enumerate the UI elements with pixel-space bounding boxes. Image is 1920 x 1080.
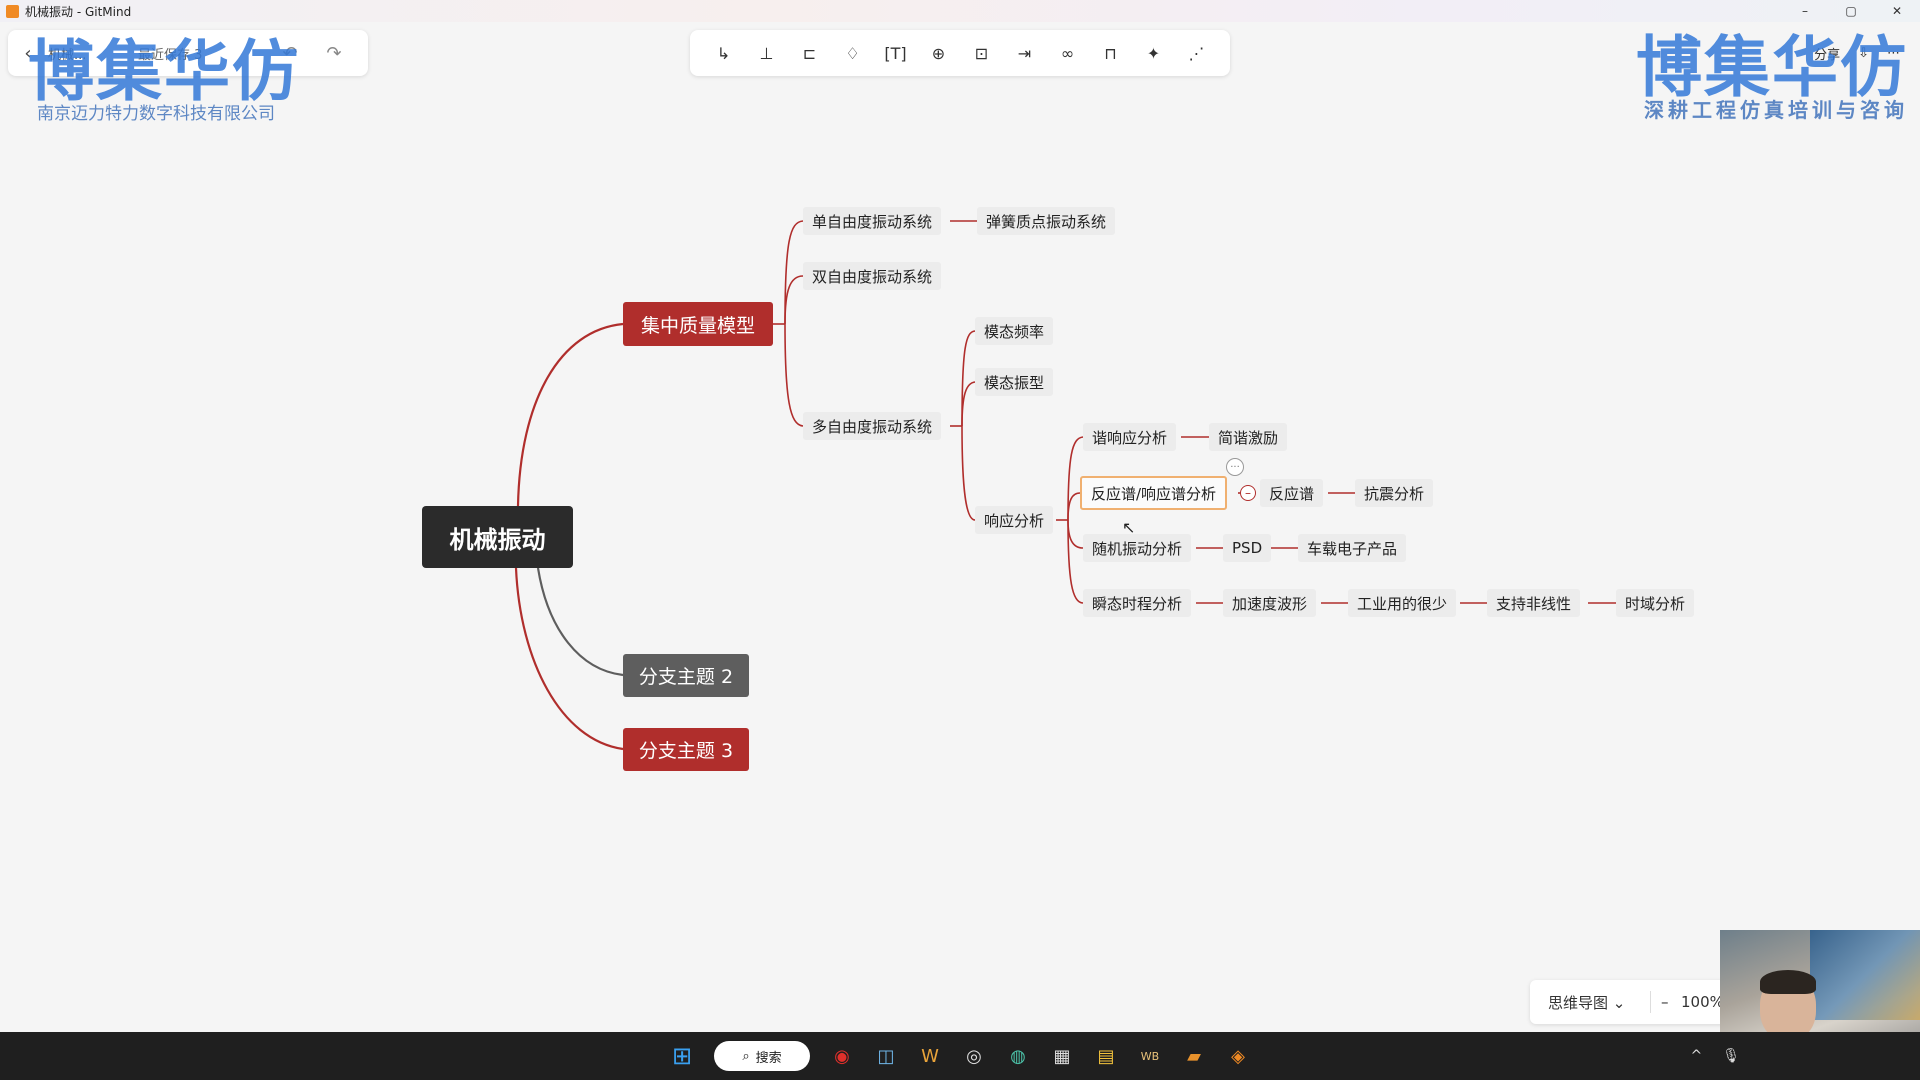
app-image-icon[interactable]: ◫ — [864, 1034, 908, 1078]
mindmap-connectors — [514, 220, 1616, 751]
mouse-cursor-icon: ↖ — [1122, 518, 1136, 537]
topic-seismic-analysis[interactable]: 抗震分析 — [1355, 479, 1434, 507]
view-zoom-panel: 思维导图 ⌄ – 100% — [1530, 980, 1740, 1024]
topic-response-spectrum[interactable]: 反应谱 — [1260, 479, 1324, 507]
topic-psd[interactable]: PSD — [1223, 534, 1272, 562]
topic-response-spectrum-selected[interactable]: 反应谱/响应谱分析 — [1080, 476, 1228, 510]
app-wb-icon[interactable]: WB — [1128, 1034, 1172, 1078]
system-tray: ^ 🎙 — [1690, 1032, 1740, 1080]
topic-harmonic-response[interactable]: 谐响应分析 — [1083, 423, 1177, 451]
app-camera-icon[interactable]: ◎ — [952, 1034, 996, 1078]
windows-start-icon[interactable]: ⊞ — [660, 1034, 704, 1078]
topic-sdof[interactable]: 单自由度振动系统 — [803, 207, 942, 235]
topic-transient-analysis[interactable]: 瞬态时程分析 — [1083, 589, 1192, 617]
comment-icon[interactable]: ··· — [1226, 458, 1244, 476]
app-opera-icon[interactable]: ◉ — [820, 1034, 864, 1078]
tray-overflow-icon[interactable]: ^ — [1690, 1048, 1702, 1064]
branch-topic-2[interactable]: 分支主题 2 — [623, 654, 749, 697]
topic-supports-nonlinear[interactable]: 支持非线性 — [1487, 589, 1581, 617]
zoom-out-button[interactable]: – — [1661, 993, 1681, 1011]
topic-rarely-used-industry[interactable]: 工业用的很少 — [1348, 589, 1457, 617]
presenter-hair — [1760, 970, 1816, 994]
search-label: 搜索 — [755, 1050, 782, 1066]
topic-response-analysis[interactable]: 响应分析 — [975, 506, 1054, 534]
divider — [1650, 991, 1651, 1013]
view-mode-dropdown[interactable]: 思维导图 ⌄ — [1530, 992, 1650, 1013]
branch-topic-3[interactable]: 分支主题 3 — [623, 728, 749, 771]
topic-vehicle-electronics[interactable]: 车载电子产品 — [1298, 534, 1407, 562]
branch-topic-lumped-mass[interactable]: 集中质量模型 — [623, 302, 773, 346]
search-icon: ⌕ — [742, 1048, 750, 1064]
topic-simple-harmonic[interactable]: 简谐激励 — [1209, 423, 1288, 451]
topic-mdof[interactable]: 多自由度振动系统 — [803, 412, 942, 440]
topic-mode-shape[interactable]: 模态振型 — [975, 368, 1054, 396]
topic-2dof[interactable]: 双自由度振动系统 — [803, 262, 942, 290]
topic-random-vibration[interactable]: 随机振动分析 — [1083, 534, 1192, 562]
app-w-icon[interactable]: W — [908, 1034, 952, 1078]
root-topic[interactable]: 机械振动 — [422, 506, 573, 568]
app-file-explorer-icon[interactable]: ▤ — [1084, 1034, 1128, 1078]
topic-acceleration-waveform[interactable]: 加速度波形 — [1223, 589, 1317, 617]
background-map — [1810, 930, 1920, 1020]
topic-modal-frequency[interactable]: 模态频率 — [975, 317, 1054, 345]
topic-time-domain[interactable]: 时域分析 — [1616, 589, 1695, 617]
topic-spring-mass[interactable]: 弹簧质点振动系统 — [977, 207, 1116, 235]
zoom-level: 100% — [1681, 993, 1724, 1011]
collapse-icon[interactable]: – — [1240, 485, 1256, 501]
app-presentation-icon[interactable]: ▰ — [1172, 1034, 1216, 1078]
microphone-icon[interactable]: 🎙 — [1722, 1048, 1740, 1064]
taskbar-search[interactable]: ⌕ 搜索 — [714, 1041, 810, 1071]
app-edge-icon[interactable]: ◍ — [996, 1034, 1040, 1078]
app-calculator-icon[interactable]: ▦ — [1040, 1034, 1084, 1078]
taskbar: ⊞ ⌕ 搜索 ◉ ◫ W ◎ ◍ ▦ ▤ WB ▰ ◈ ^ 🎙 — [0, 1032, 1920, 1080]
app-gitmind-icon[interactable]: ◈ — [1216, 1034, 1260, 1078]
